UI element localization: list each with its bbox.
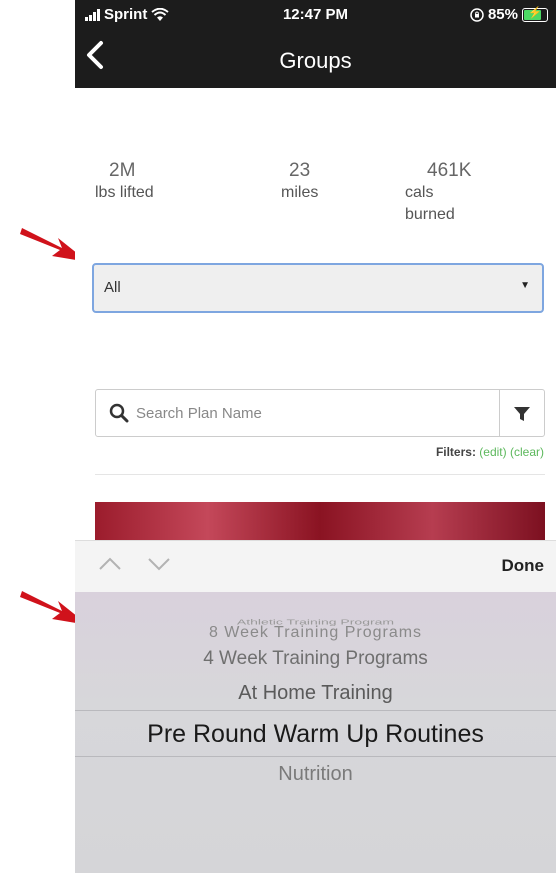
top-bar: Sprint 12:47 PM 85% ⚡ Groups [75,0,556,88]
battery-percent: 85% [487,6,518,23]
battery-icon: ⚡ [522,7,548,22]
picker-wheel[interactable]: Athletic Training Program 8 Week Trainin… [75,592,556,873]
search-placeholder: Search Plan Name [136,405,262,422]
page-title: Groups [279,48,352,73]
picker-option[interactable]: 8 Week Training Programs [75,624,556,642]
filter-icon[interactable] [512,404,532,424]
stat-cals-burned: 461K cals burned [405,160,485,226]
phone-screen: Sprint 12:47 PM 85% ⚡ Groups 2M lbs lift… [75,0,556,873]
filters-label: Filters: [435,445,476,459]
chevron-up-icon[interactable] [97,555,123,573]
picker-option-selected[interactable]: Pre Round Warm Up Routines [75,720,556,749]
stat-lbs-lifted: 2M lbs lifted [95,160,154,204]
picker-option[interactable]: Nutrition [75,763,556,786]
done-button[interactable]: Done [502,556,545,576]
stat-value: 461K [427,160,472,181]
picker-selection-line [75,756,556,757]
battery-status: 85% ⚡ [470,6,548,23]
category-select-value: All [104,279,121,296]
search-icon [109,403,129,423]
picker-option[interactable]: 4 Week Training Programs [75,648,556,670]
divider [95,474,545,475]
filters-row: Filters: (edit) (clear) [436,445,544,459]
chevron-down-icon[interactable] [146,555,172,573]
stat-miles: 23 miles [281,160,318,204]
picker-selection-line [75,710,556,711]
search-field[interactable]: Search Plan Name [95,389,545,437]
stat-label: cals burned [405,184,455,223]
orientation-lock-icon [470,7,484,22]
filters-clear-link[interactable]: (clear) [510,445,544,459]
stat-label: miles [281,184,319,201]
stat-label: lbs lifted [95,184,154,201]
category-select[interactable]: All ▼ [92,263,544,313]
picker-option[interactable]: At Home Training [75,682,556,705]
caret-down-icon: ▼ [520,280,530,291]
stat-value: 23 [289,160,311,181]
picker-toolbar: Done [75,540,556,594]
stat-value: 2M [109,160,136,181]
filters-edit-link[interactable]: (edit) [479,445,506,459]
